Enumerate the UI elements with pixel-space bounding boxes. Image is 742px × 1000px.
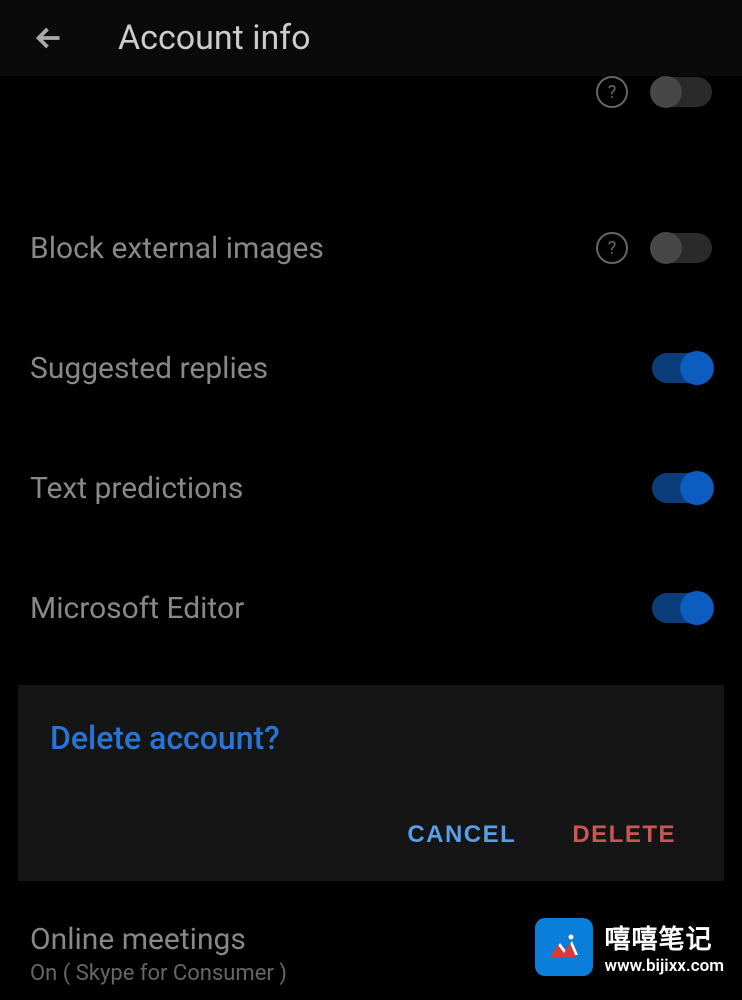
cancel-button[interactable]: CANCEL	[403, 813, 520, 857]
arrow-left-icon	[31, 20, 67, 56]
delete-account-dialog: Delete account? CANCEL DELETE	[18, 685, 724, 881]
setting-row-partial-top: ?	[24, 76, 718, 116]
setting-label: Microsoft Editor	[30, 591, 244, 626]
watermark-logo-icon	[535, 918, 593, 976]
page-title: Account info	[118, 18, 311, 58]
toggle-switch[interactable]	[652, 353, 712, 383]
setting-row-block-external-images[interactable]: Block external images ?	[24, 188, 718, 308]
setting-row-microsoft-editor[interactable]: Microsoft Editor	[24, 548, 718, 668]
watermark-url: www.bijixx.com	[605, 956, 724, 976]
settings-list: ? Block external images ? Suggested repl…	[0, 76, 742, 668]
delete-button[interactable]: DELETE	[568, 813, 680, 857]
setting-label: Text predictions	[30, 471, 243, 506]
setting-row-online-meetings[interactable]: Online meetings On ( Skype for Consumer …	[30, 922, 287, 986]
toggle-switch[interactable]	[652, 233, 712, 263]
watermark: 嘻嘻笔记 www.bijixx.com	[535, 918, 724, 976]
setting-label: Online meetings	[30, 922, 287, 957]
setting-label: Suggested replies	[30, 351, 268, 386]
setting-row-suggested-replies[interactable]: Suggested replies	[24, 308, 718, 428]
back-button[interactable]	[28, 17, 70, 59]
dialog-button-row: CANCEL DELETE	[50, 813, 692, 857]
setting-row-text-predictions[interactable]: Text predictions	[24, 428, 718, 548]
setting-label: Block external images	[30, 231, 324, 266]
toggle-switch[interactable]	[652, 473, 712, 503]
help-icon[interactable]: ?	[596, 232, 628, 264]
dialog-title: Delete account?	[50, 719, 692, 757]
toggle-switch[interactable]	[652, 593, 712, 623]
page-header: Account info	[0, 0, 742, 76]
setting-subtitle: On ( Skype for Consumer )	[30, 961, 287, 986]
watermark-title: 嘻嘻笔记	[605, 919, 713, 956]
toggle-switch[interactable]	[652, 77, 712, 107]
help-icon[interactable]: ?	[596, 76, 628, 108]
